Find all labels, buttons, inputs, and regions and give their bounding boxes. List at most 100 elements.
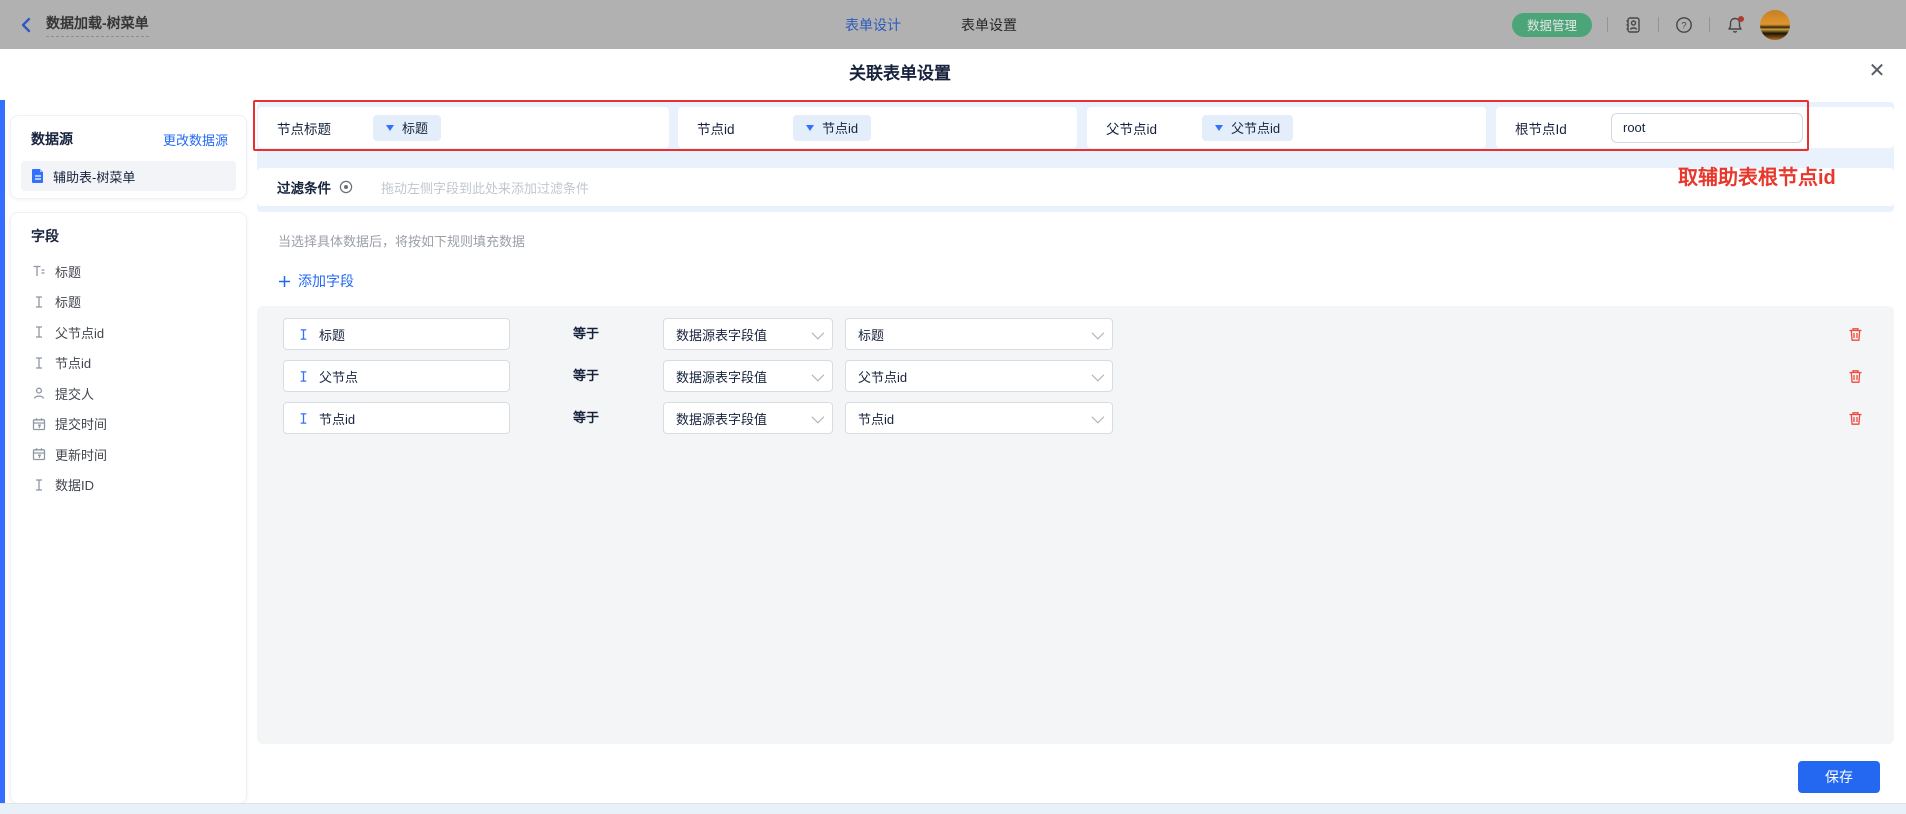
rule-source-select[interactable]: 数据源表字段值: [663, 360, 833, 392]
related-form-settings-modal: 关联表单设置 ✕ 数据源 更改数据源 辅助表-树菜单 字段: [0, 49, 1906, 814]
root-node-id-input[interactable]: [1611, 113, 1803, 143]
mapping-cell-node-id: 节点id 节点id: [678, 107, 1077, 148]
text-icon: [297, 412, 310, 425]
change-datasource-link[interactable]: 更改数据源: [163, 130, 228, 149]
mapping-tag-value: 标题: [402, 118, 428, 137]
modal-title: 关联表单设置: [0, 59, 1800, 84]
mapping-tag-dropdown[interactable]: 标题: [373, 115, 441, 141]
field-item[interactable]: 父节点id: [11, 317, 246, 348]
mapping-cell-parent-id: 父节点id 父节点id: [1087, 107, 1486, 148]
person-icon: [32, 386, 46, 400]
close-icon[interactable]: ✕: [1862, 55, 1892, 85]
field-item[interactable]: 提交人: [11, 378, 246, 409]
text-icon: [32, 356, 46, 370]
divider: [1607, 17, 1608, 32]
mapping-tag-dropdown[interactable]: 节点id: [793, 115, 871, 141]
help-icon[interactable]: ?: [1674, 15, 1694, 35]
datasource-item[interactable]: 辅助表-树菜单: [21, 161, 236, 191]
tab-form-design[interactable]: 表单设计: [845, 15, 901, 35]
notification-dot: [1738, 16, 1744, 22]
fields-card: 字段 标题 标题 父节点id 节点id: [10, 212, 247, 804]
rule-row: 标题 等于 数据源表字段值 标题: [257, 318, 1894, 350]
fill-rules-container: 标题 等于 数据源表字段值 标题 父节点: [257, 306, 1894, 744]
svg-text:?: ?: [1681, 20, 1686, 31]
text-icon: [297, 370, 310, 383]
topbar-tabs: 表单设计 表单设置: [845, 0, 1017, 49]
trash-icon[interactable]: [1847, 410, 1864, 427]
text-icon: [32, 295, 46, 309]
mapping-label: 根节点Id: [1515, 118, 1611, 138]
mapping-label: 节点id: [697, 118, 793, 138]
rule-target-field[interactable]: 节点id: [283, 402, 510, 434]
field-item-label: 数据ID: [55, 475, 94, 494]
annotation-text: 取辅助表根节点id: [1678, 161, 1836, 190]
datasource-item-label: 辅助表-树菜单: [53, 167, 135, 186]
rule-source-value: 数据源表字段值: [676, 325, 767, 344]
field-item-label: 节点id: [55, 353, 91, 372]
trash-icon[interactable]: [1847, 368, 1864, 385]
rule-value: 节点id: [858, 409, 894, 428]
rule-value-select[interactable]: 标题: [845, 318, 1113, 350]
calendar-icon: [32, 447, 46, 461]
rule-field-label: 父节点: [319, 367, 358, 386]
field-item[interactable]: 更新时间: [11, 439, 246, 470]
rule-field-label: 标题: [319, 325, 345, 344]
field-item[interactable]: 节点id: [11, 348, 246, 379]
rule-source-value: 数据源表字段值: [676, 367, 767, 386]
filter-drop-zone[interactable]: 拖动左侧字段到此处来添加过滤条件: [381, 178, 1894, 197]
mapping-tag-value: 父节点id: [1231, 118, 1280, 137]
rule-value-select[interactable]: 父节点id: [845, 360, 1113, 392]
left-accent-bar: [0, 100, 5, 806]
divider: [1709, 17, 1710, 32]
rule-source-value: 数据源表字段值: [676, 409, 767, 428]
field-item-label: 更新时间: [55, 445, 107, 464]
plus-icon: [278, 275, 291, 288]
add-field-button[interactable]: 添加字段: [278, 271, 354, 291]
rule-value: 标题: [858, 325, 884, 344]
rule-row: 父节点 等于 数据源表字段值 父节点id: [257, 360, 1894, 392]
rule-operator: 等于: [573, 318, 599, 350]
data-manage-button[interactable]: 数据管理: [1512, 13, 1592, 37]
rule-target-field[interactable]: 标题: [283, 318, 510, 350]
fields-title: 字段: [31, 226, 59, 246]
rule-operator: 等于: [573, 360, 599, 392]
rule-field-label: 节点id: [319, 409, 355, 428]
contacts-icon[interactable]: [1623, 15, 1643, 35]
document-icon: [31, 168, 45, 184]
avatar[interactable]: [1760, 10, 1790, 40]
tab-form-settings[interactable]: 表单设置: [961, 15, 1017, 35]
field-item[interactable]: 标题: [11, 256, 246, 287]
calendar-icon: [32, 417, 46, 431]
text-icon: [32, 478, 46, 492]
topbar: 数据加载-树菜单 表单设计 表单设置 数据管理 ?: [0, 0, 1906, 49]
field-item-label: 父节点id: [55, 323, 104, 342]
chevron-down-icon: [812, 368, 825, 381]
rule-row: 节点id 等于 数据源表字段值 节点id: [257, 402, 1894, 434]
mapping-cell-root-id: 根节点Id: [1496, 107, 1894, 148]
datasource-title: 数据源: [31, 129, 73, 149]
trash-icon[interactable]: [1847, 326, 1864, 343]
chevron-down-icon: [1092, 368, 1105, 381]
field-item-label: 提交时间: [55, 414, 107, 433]
rule-target-field[interactable]: 父节点: [283, 360, 510, 392]
rule-source-select[interactable]: 数据源表字段值: [663, 318, 833, 350]
filter-label: 过滤条件: [277, 177, 331, 197]
field-list: 标题 标题 父节点id 节点id 提交人: [11, 252, 246, 500]
app-title: 数据加载-树菜单: [46, 13, 149, 37]
back-icon[interactable]: [18, 16, 34, 34]
field-item[interactable]: 标题: [11, 287, 246, 318]
rule-value-select[interactable]: 节点id: [845, 402, 1113, 434]
rule-source-select[interactable]: 数据源表字段值: [663, 402, 833, 434]
mapping-tag-dropdown[interactable]: 父节点id: [1202, 115, 1293, 141]
caret-down-icon: [1215, 125, 1223, 131]
target-icon[interactable]: [339, 180, 353, 194]
field-item[interactable]: 数据ID: [11, 470, 246, 501]
field-item[interactable]: 提交时间: [11, 409, 246, 440]
screen: 数据加载-树菜单 表单设计 表单设置 数据管理 ?: [0, 0, 1906, 814]
caret-down-icon: [806, 125, 814, 131]
save-button[interactable]: 保存: [1798, 761, 1880, 793]
datasource-card: 数据源 更改数据源 辅助表-树菜单: [10, 115, 247, 199]
bell-icon[interactable]: [1725, 15, 1745, 35]
rule-operator: 等于: [573, 402, 599, 434]
bottom-strip: [0, 803, 1906, 814]
